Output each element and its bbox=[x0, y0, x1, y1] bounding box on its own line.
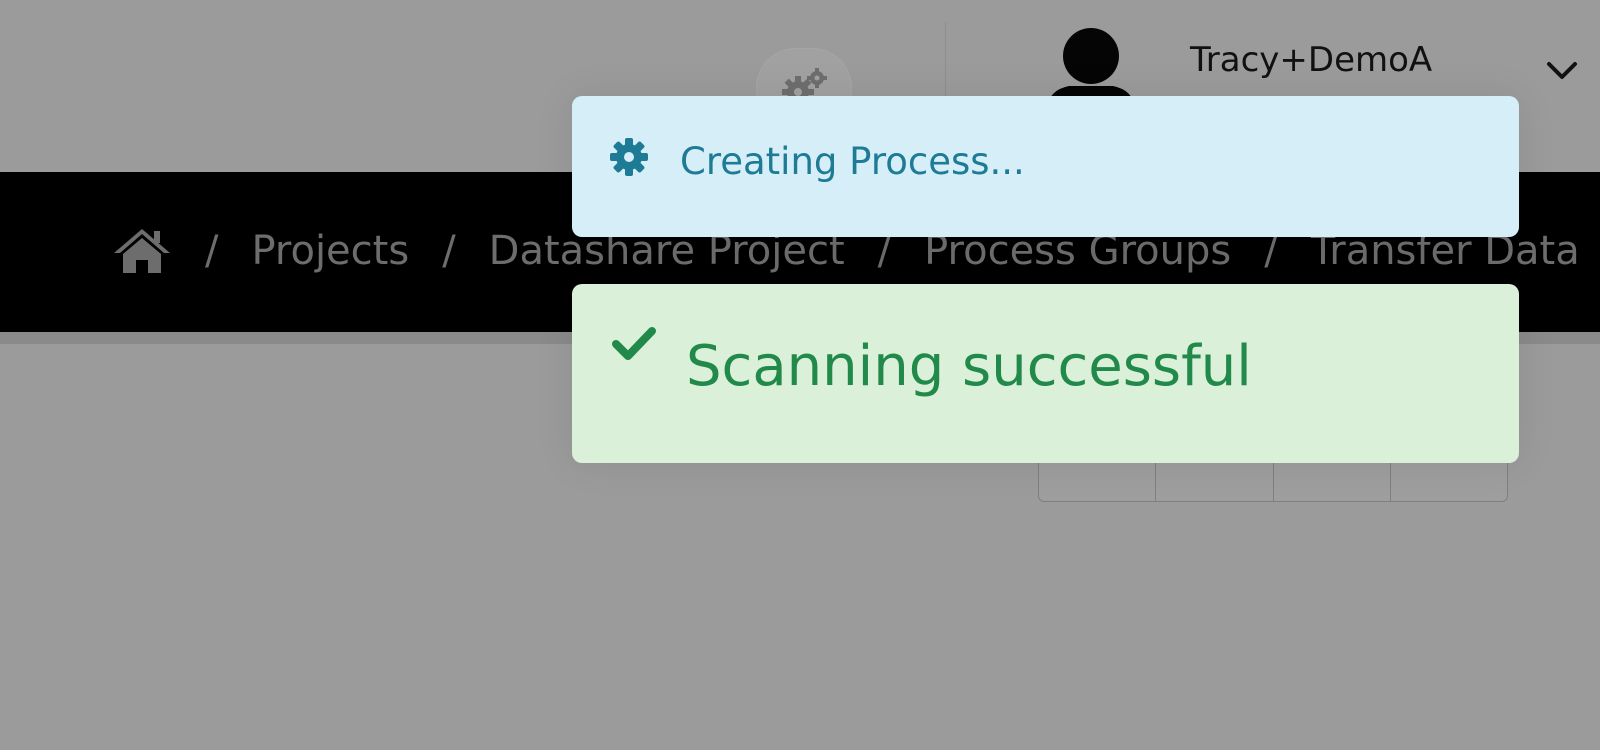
success-alert: Scanning successful bbox=[572, 284, 1519, 463]
info-alert: Creating Process... bbox=[572, 96, 1519, 237]
gear-icon bbox=[608, 136, 650, 182]
success-alert-message: Scanning successful bbox=[686, 334, 1252, 399]
breadcrumb-projects[interactable]: Projects bbox=[251, 228, 409, 274]
checkmark-icon bbox=[612, 326, 656, 366]
user-name[interactable]: Tracy+DemoA bbox=[1190, 40, 1432, 80]
breadcrumb-home[interactable] bbox=[112, 227, 172, 275]
breadcrumb-separator: / bbox=[205, 228, 219, 274]
breadcrumb-separator: / bbox=[442, 228, 456, 274]
app-page: Tracy+DemoA / Projects / Datashare Proje… bbox=[0, 0, 1600, 750]
chevron-down-icon bbox=[1547, 62, 1577, 79]
home-icon bbox=[114, 229, 170, 273]
user-menu-dropdown[interactable] bbox=[1546, 60, 1578, 86]
info-alert-message: Creating Process... bbox=[680, 140, 1025, 183]
